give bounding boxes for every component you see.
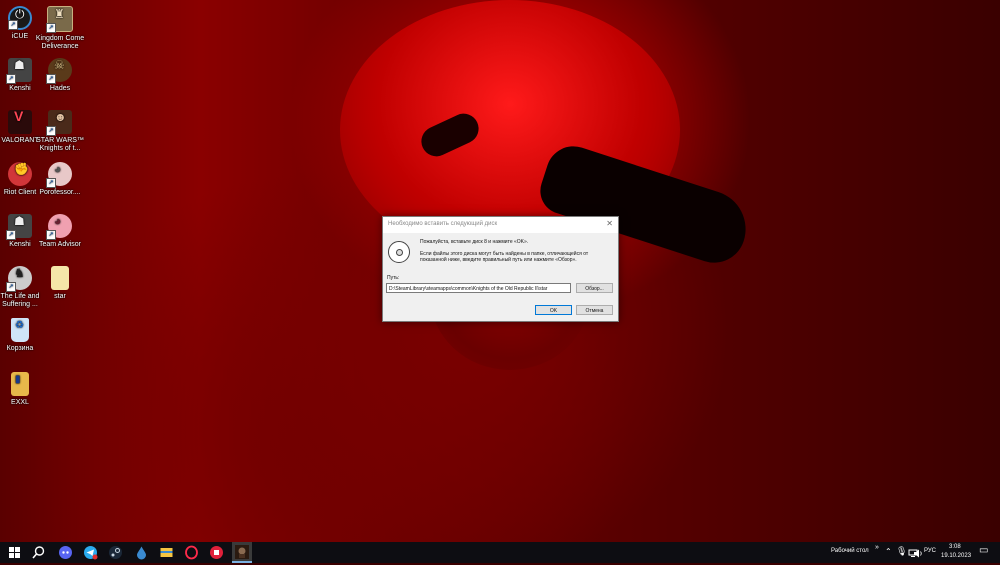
close-icon[interactable]: ✕ [606,219,613,228]
desktop-icon-star-wars-kotor[interactable]: ☻ ↗ STAR WARS™ Knights of t... [34,110,86,153]
discord-icon[interactable] [58,545,73,560]
desktop-icon-label: EXXL [11,399,29,406]
steam-icon[interactable] [108,545,123,560]
microphone-icon[interactable]: 🎙 [896,546,907,557]
valorant-icon: V [8,109,32,134]
telegram-icon[interactable] [83,545,98,560]
notification-icon[interactable]: ▭ [979,545,988,556]
desktop-icon-label: STAR WARS™ Knights of t... [36,137,84,152]
taskbar: Рабочий стол » ⌃ 🎙 РУС 3:08 19.10.2023 ▭ [0,542,1000,563]
file-explorer-icon[interactable] [159,545,174,560]
hades-icon: ☠ ↗ [46,58,72,84]
windows-start-icon[interactable] [7,545,22,560]
desktop-toolbar-label[interactable]: Рабочий стол [831,548,869,554]
star-wars-kotor-icon: ☻ ↗ [46,110,72,136]
desktop-icon-label: star [54,293,66,300]
porofessor-icon: ◕ ↗ [46,162,72,188]
desktop-icon-label: Riot Client [3,189,37,196]
drop-icon[interactable] [134,545,149,560]
clock-time[interactable]: 3:08 [949,544,961,550]
desktop-icon-hades[interactable]: ☠ ↗ Hades [34,58,86,93]
dialog-message-secondary: Если файлы этого диска могут быть найден… [420,251,589,263]
search-icon[interactable] [31,545,46,560]
riot-client-icon: ✊ [8,162,32,186]
desktop-icon-kingdom-come[interactable]: ♜ ↗ Kingdom Come Deliverance [34,6,86,51]
ok-button[interactable]: OK [535,305,572,315]
desktop-icon-star[interactable]: star [34,266,86,301]
kotor2-app-icon[interactable] [232,542,252,563]
desktop-icon-team-advisor[interactable]: ◕ ↗ Team Advisor [34,214,86,249]
dialog-titlebar[interactable]: Необходимо вставить следующий диск ✕ [383,217,618,233]
desktop-icon-recycle-bin[interactable]: ♻ Корзина [0,318,46,353]
text-file-icon [51,266,69,290]
kenshi-icon: ☗ ↗ [6,58,32,84]
path-input[interactable]: D:\SteamLibrary\steamapps\common\Knights… [386,283,571,293]
icue-icon: ⏻ ↗ [8,6,32,30]
life-and-suffering-icon: ♞ ↗ [6,266,32,292]
disc-icon [388,241,410,263]
folder-icon: ▮ [11,372,29,396]
speaker-icon[interactable] [913,546,923,564]
desktop-icon-label: Корзина [6,345,34,352]
insert-disk-dialog: Необходимо вставить следующий диск ✕ Пож… [382,216,619,322]
chevron-up-icon[interactable]: ⌃ [885,547,892,556]
browse-button[interactable]: Обзор... [576,283,613,293]
desktop-icon-label: Hades [49,85,71,92]
clock-date[interactable]: 19.10.2023 [941,553,971,559]
desktop-icon-label: Team Advisor [38,241,82,248]
desktop-icon-label: iCUE [11,33,29,40]
opera-gx-icon[interactable] [184,545,199,560]
desktop-icon-label: Porofessor.... [39,189,81,196]
recycle-bin-icon: ♻ [11,318,29,342]
desktop-icon-porofessor[interactable]: ◕ ↗ Porofessor.... [34,162,86,197]
desktop-icon-label: Kenshi [9,85,31,92]
kenshi-icon: ☗ ↗ [6,214,32,240]
path-label: Путь: [387,275,400,281]
cancel-button[interactable]: Отмена [576,305,613,315]
desktop-icon-exxl[interactable]: ▮ EXXL [0,372,46,407]
team-advisor-icon: ◕ ↗ [46,214,72,240]
yandex-music-icon[interactable] [209,545,224,560]
desktop-icon-label: Kenshi [9,241,31,248]
language-indicator[interactable]: РУС [924,548,936,554]
desktop-icon-label: Kingdom Come Deliverance [35,35,85,50]
kingdom-come-icon: ♜ ↗ [46,6,73,33]
chevron-right-icon[interactable]: » [875,544,879,551]
dialog-message-primary: Пожалуйста, вставьте диск 8 и нажмите «O… [420,239,529,245]
dialog-title: Необходимо вставить следующий диск [388,221,498,227]
